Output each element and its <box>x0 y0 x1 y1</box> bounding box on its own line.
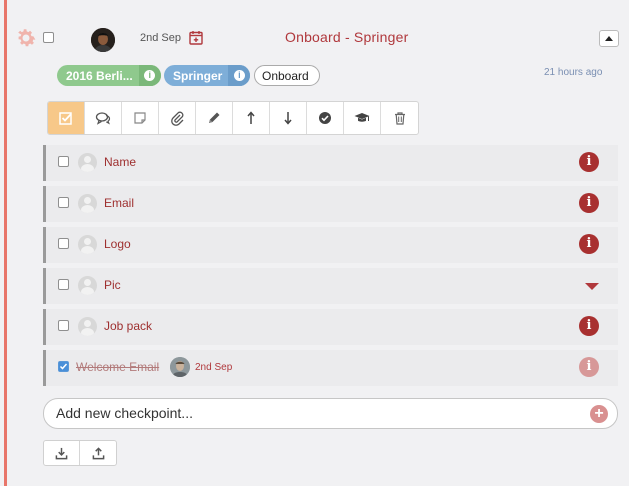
comments-icon <box>95 112 111 125</box>
completed-date: 2nd Sep <box>195 362 233 373</box>
move-up-icon <box>247 111 255 124</box>
note-icon <box>134 112 146 124</box>
checklist-icon <box>59 112 72 125</box>
completed-by-avatar <box>170 357 190 377</box>
edit-button[interactable] <box>196 102 233 134</box>
card-toolbar <box>47 101 419 135</box>
info-icon[interactable]: i <box>579 193 599 213</box>
upload-icon <box>92 446 104 459</box>
avatar-photo-icon <box>170 357 190 377</box>
assignee-placeholder-icon[interactable] <box>78 194 97 213</box>
upload-button[interactable] <box>80 441 116 465</box>
assignee-placeholder-icon[interactable] <box>78 153 97 172</box>
assignee-placeholder-icon[interactable] <box>78 235 97 254</box>
delete-button[interactable] <box>381 102 418 134</box>
tag-event-info-icon[interactable]: i <box>138 65 161 86</box>
info-icon[interactable]: i <box>579 152 599 172</box>
info-icon[interactable]: i <box>579 357 599 377</box>
checkpoint-row: Pic <box>43 268 618 304</box>
graduation-cap-icon <box>354 113 370 122</box>
info-icon[interactable]: i <box>579 234 599 254</box>
checkpoint-label[interactable]: Logo <box>104 237 131 251</box>
tag-event-label: 2016 Berli... <box>66 68 133 83</box>
training-button[interactable] <box>344 102 381 134</box>
checkpoint-row: Email i <box>43 186 618 222</box>
card: 2nd Sep Onboard - Springer 2016 Berli...… <box>0 0 629 486</box>
tag-company-info-icon[interactable]: i <box>228 65 251 86</box>
checkpoint-label[interactable]: Name <box>104 155 136 169</box>
assignee-placeholder-icon[interactable] <box>78 317 97 336</box>
tag-company-label: Springer <box>173 68 223 83</box>
tag-stage-label: Onboard <box>262 68 309 83</box>
checkpoint-checkbox[interactable] <box>58 279 69 290</box>
assignee-placeholder-icon[interactable] <box>78 276 97 295</box>
card-left-bar <box>4 0 7 486</box>
import-export-group <box>43 440 117 466</box>
checkpoint-checkbox[interactable] <box>58 197 69 208</box>
move-up-button[interactable] <box>233 102 270 134</box>
card-checkbox[interactable] <box>43 32 54 43</box>
add-checkpoint-field[interactable]: + <box>43 398 618 429</box>
trash-icon <box>394 112 405 125</box>
edit-icon <box>209 112 220 123</box>
checkpoint-label[interactable]: Pic <box>104 278 121 292</box>
checklist-button[interactable] <box>48 102 85 134</box>
avatar <box>91 28 115 52</box>
attachment-button[interactable] <box>159 102 196 134</box>
download-icon <box>55 447 68 459</box>
tag-stage[interactable]: Onboard <box>254 65 320 86</box>
note-button[interactable] <box>122 102 159 134</box>
tag-company[interactable]: Springer i <box>164 65 251 86</box>
checkpoint-row-completed: Welcome Email 2nd Sep i <box>43 350 618 386</box>
checkmark-icon <box>58 361 69 372</box>
complete-icon <box>319 112 331 124</box>
checkpoint-checkbox[interactable] <box>58 238 69 249</box>
checkpoint-label[interactable]: Job pack <box>104 319 152 333</box>
card-date: 2nd Sep <box>140 32 181 44</box>
caret-down-icon[interactable] <box>585 283 599 290</box>
collapse-button[interactable] <box>599 30 619 47</box>
avatar-photo-icon <box>91 28 115 52</box>
checkpoint-row: Name i <box>43 145 618 181</box>
checkpoint-label[interactable]: Welcome Email <box>76 360 159 374</box>
checkpoint-row: Logo i <box>43 227 618 263</box>
download-button[interactable] <box>44 441 80 465</box>
comments-button[interactable] <box>85 102 122 134</box>
move-down-icon <box>284 112 292 125</box>
plus-icon[interactable]: + <box>590 405 608 423</box>
checkpoint-checkbox-checked[interactable] <box>58 361 69 372</box>
checkpoint-row: Job pack i <box>43 309 618 345</box>
attachment-icon <box>171 111 184 126</box>
complete-button[interactable] <box>307 102 344 134</box>
info-icon[interactable]: i <box>579 316 599 336</box>
checkpoint-checkbox[interactable] <box>58 320 69 331</box>
checkpoint-checkbox[interactable] <box>58 156 69 167</box>
gear-icon[interactable] <box>14 26 38 50</box>
checkpoint-label[interactable]: Email <box>104 196 134 210</box>
calendar-add-icon[interactable] <box>189 30 203 45</box>
card-title[interactable]: Onboard - Springer <box>285 29 408 45</box>
add-checkpoint-input[interactable] <box>56 405 556 421</box>
tag-event[interactable]: 2016 Berli... i <box>57 65 161 86</box>
move-down-button[interactable] <box>270 102 307 134</box>
time-ago: 21 hours ago <box>544 67 603 78</box>
